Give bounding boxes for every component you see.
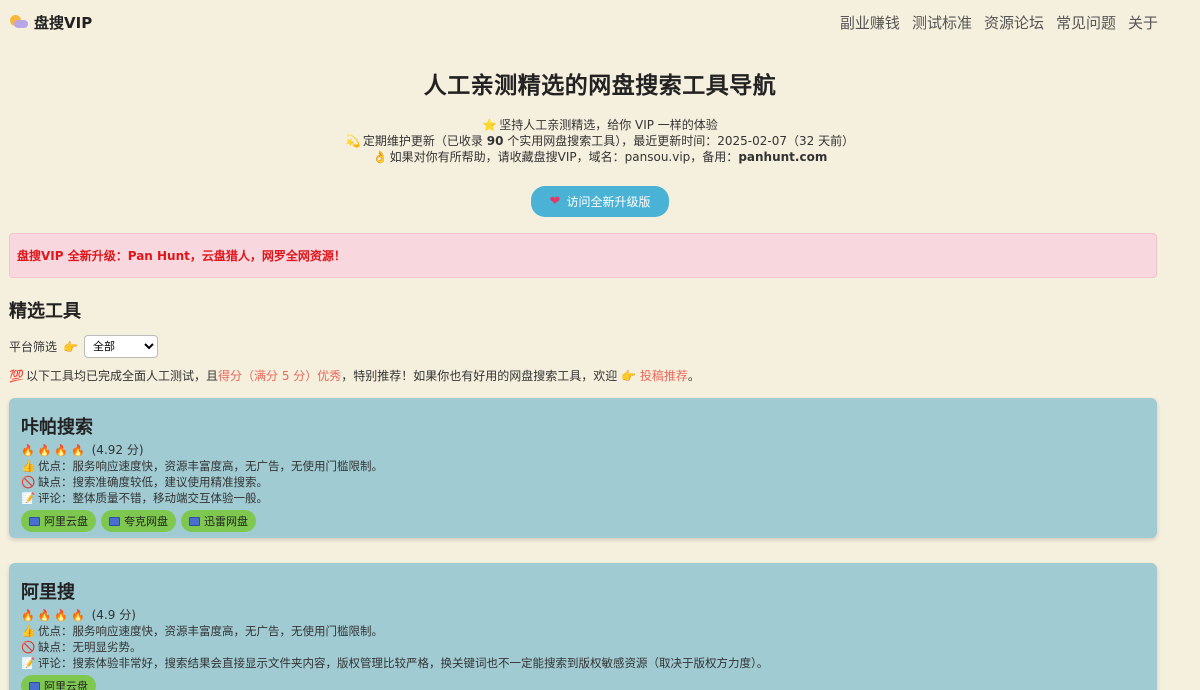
computer-icon bbox=[109, 516, 120, 526]
hero-line-1: ⭐ 坚持人工亲测精选，给你 VIP 一样的体验 bbox=[482, 118, 718, 132]
score-highlight: 得分（满分 5 分）优秀 bbox=[218, 369, 342, 383]
recommendation-notice: 💯 以下工具均已完成全面人工测试，且得分（满分 5 分）优秀，特别推荐！如果你也有… bbox=[9, 369, 700, 383]
page-title: 人工亲测精选的网盘搜索工具导航 bbox=[423, 73, 777, 99]
fire-rating-icon: 🔥🔥🔥🔥 bbox=[21, 444, 88, 457]
pinch-hand-icon: 👌 bbox=[372, 150, 388, 164]
thumbs-up-icon: 👍 bbox=[21, 459, 36, 473]
tool-pros: 👍 优点：服务响应速度快，资源丰富度高，无广告，无使用门槛限制。 bbox=[21, 624, 383, 638]
tool-name[interactable]: 咔帕搜索 bbox=[21, 413, 1145, 439]
hero-description: ⭐ 坚持人工亲测精选，给你 VIP 一样的体验 💫 定期维护更新（已收录 90 个实… bbox=[0, 117, 1200, 165]
thumbs-up-icon: 👍 bbox=[21, 624, 36, 638]
computer-icon bbox=[29, 516, 40, 526]
hundred-points-icon: 💯 bbox=[9, 369, 24, 383]
nav-link-test-standard[interactable]: 测试标准 bbox=[912, 12, 972, 33]
tool-pros: 👍 优点：服务响应速度快，资源丰富度高，无广告，无使用门槛限制。 bbox=[21, 459, 383, 473]
tool-rating: 🔥🔥🔥🔥 (4.9 分) bbox=[21, 606, 1145, 623]
platform-tag[interactable]: 阿里云盘 bbox=[21, 510, 96, 532]
backup-domain: panhunt.com bbox=[738, 150, 828, 164]
nav-link-side-income[interactable]: 副业赚钱 bbox=[840, 12, 900, 33]
platform-filter: 平台筛选 👉 全部 bbox=[9, 335, 1200, 358]
star-icon: ⭐ bbox=[482, 118, 498, 132]
tool-score: (4.9 分) bbox=[91, 608, 136, 622]
nav-link-about[interactable]: 关于 bbox=[1128, 12, 1158, 33]
platform-tag[interactable]: 迅雷网盘 bbox=[181, 510, 256, 532]
upgrade-alert-banner: 盘搜VIP 全新升级：Pan Hunt，云盘猎人，网罗全网资源！ bbox=[9, 233, 1157, 278]
section-title: 精选工具 bbox=[9, 301, 81, 322]
brand-logo[interactable]: 盘搜VIP bbox=[10, 12, 92, 33]
nav-link-resource-forum[interactable]: 资源论坛 bbox=[984, 12, 1044, 33]
tool-cons: 🚫 缺点：搜索准确度较低，建议使用精准搜索。 bbox=[21, 475, 268, 489]
submit-recommendation-link[interactable]: 投稿推荐 bbox=[640, 369, 688, 383]
memo-icon: 📝 bbox=[21, 656, 36, 670]
platform-tag[interactable]: 阿里云盘 bbox=[21, 675, 96, 690]
hero-line-3: 👌 如果对你有所帮助，请收藏盘搜VIP，域名：pansou.vip，备用：panh… bbox=[372, 150, 828, 164]
prohibited-icon: 🚫 bbox=[21, 475, 36, 489]
hero-section: 人工亲测精选的网盘搜索工具导航 ⭐ 坚持人工亲测精选，给你 VIP 一样的体验 💫… bbox=[0, 66, 1200, 217]
platform-tags: 阿里云盘 bbox=[21, 675, 1145, 690]
pointing-hand-icon: 👉 bbox=[621, 369, 637, 383]
heart-icon: ❤ bbox=[549, 194, 561, 209]
filter-label: 平台筛选 bbox=[9, 340, 58, 354]
platform-select[interactable]: 全部 bbox=[83, 335, 158, 358]
nav-links: 副业赚钱 测试标准 资源论坛 常见问题 关于 bbox=[840, 12, 1158, 33]
memo-icon: 📝 bbox=[21, 491, 36, 505]
tool-card: 咔帕搜索 🔥🔥🔥🔥 (4.92 分) 👍 优点：服务响应速度快，资源丰富度高，无广… bbox=[9, 398, 1157, 538]
tool-score: (4.92 分) bbox=[91, 443, 144, 457]
tool-rating: 🔥🔥🔥🔥 (4.92 分) bbox=[21, 441, 1145, 458]
computer-icon bbox=[29, 681, 40, 690]
tool-count: 90 bbox=[486, 134, 504, 148]
platform-tags: 阿里云盘 夸克网盘 迅雷网盘 bbox=[21, 510, 1145, 532]
hero-line-2: 💫 定期维护更新（已收录 90 个实用网盘搜索工具），最近更新时间：2025-02… bbox=[345, 134, 855, 148]
sun-cloud-icon bbox=[10, 15, 28, 29]
platform-tag[interactable]: 夸克网盘 bbox=[101, 510, 176, 532]
tool-cons: 🚫 缺点：无明显劣势。 bbox=[21, 640, 142, 654]
tool-review: 📝 评论：整体质量不错，移动端交互体验一般。 bbox=[21, 491, 268, 505]
tool-name[interactable]: 阿里搜 bbox=[21, 578, 1145, 604]
tool-review: 📝 评论：搜索体验非常好，搜索结果会直接显示文件夹内容，版权管理比较严格，换关键词… bbox=[21, 656, 769, 670]
visit-upgrade-button[interactable]: ❤ 访问全新升级版 bbox=[530, 186, 670, 217]
prohibited-icon: 🚫 bbox=[21, 640, 36, 654]
dizzy-icon: 💫 bbox=[345, 134, 361, 148]
fire-rating-icon: 🔥🔥🔥🔥 bbox=[21, 609, 88, 622]
tool-card: 阿里搜 🔥🔥🔥🔥 (4.9 分) 👍 优点：服务响应速度快，资源丰富度高，无广告，… bbox=[9, 563, 1157, 690]
brand-name: 盘搜VIP bbox=[34, 13, 93, 32]
computer-icon bbox=[189, 516, 200, 526]
nav-link-faq[interactable]: 常见问题 bbox=[1056, 12, 1116, 33]
top-navbar: 盘搜VIP 副业赚钱 测试标准 资源论坛 常见问题 关于 bbox=[0, 0, 1200, 44]
pointing-hand-icon: 👉 bbox=[63, 339, 78, 354]
